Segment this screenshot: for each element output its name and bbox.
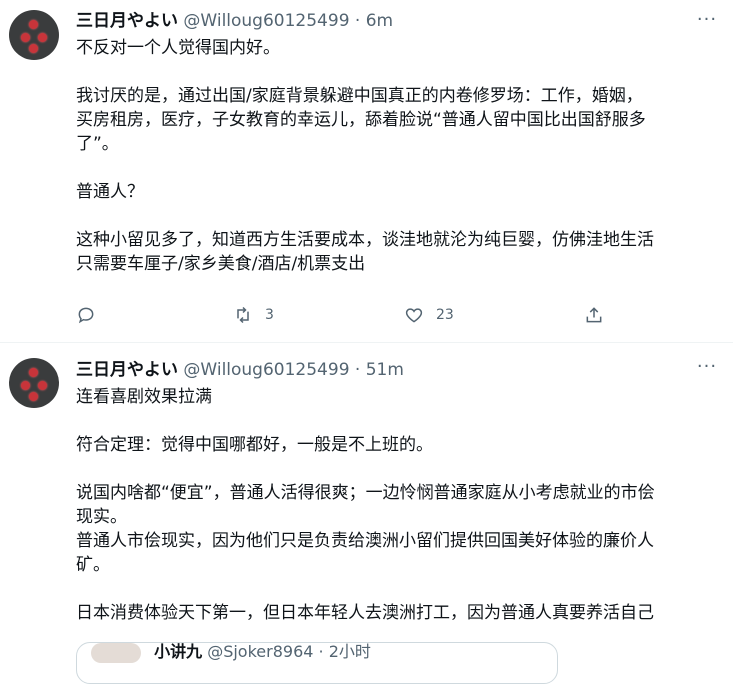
author-handle[interactable]: @Willoug60125499 bbox=[183, 360, 349, 380]
reply-icon bbox=[78, 307, 94, 324]
retweet-button[interactable]: 3 bbox=[233, 300, 274, 330]
quoted-tweet-card[interactable]: 小讲九 @Sjoker8964 · 2小时 bbox=[76, 642, 558, 684]
author-name[interactable]: 三日月やよい bbox=[76, 11, 178, 31]
avatar-dot bbox=[21, 33, 30, 42]
quoted-timestamp: 2小时 bbox=[328, 642, 371, 661]
avatar-dot bbox=[38, 33, 47, 42]
timestamp[interactable]: 6m bbox=[366, 11, 393, 31]
author-handle[interactable]: @Willoug60125499 bbox=[183, 11, 349, 31]
avatar-dot bbox=[29, 44, 38, 53]
avatar-dot bbox=[29, 20, 38, 29]
retweet-count: 3 bbox=[265, 307, 274, 323]
quoted-tweet-header: 小讲九 @Sjoker8964 · 2小时 bbox=[91, 642, 371, 664]
avatar-dot bbox=[21, 381, 30, 390]
share-icon bbox=[586, 307, 602, 323]
quoted-separator: · bbox=[318, 642, 324, 661]
separator: · bbox=[354, 11, 361, 31]
avatar[interactable] bbox=[9, 358, 59, 408]
like-count: 23 bbox=[436, 307, 454, 323]
like-icon bbox=[405, 308, 423, 323]
tweet-header: 三日月やよい @Willoug60125499 · 6m bbox=[76, 9, 393, 33]
timestamp[interactable]: 51m bbox=[366, 360, 404, 380]
share-button[interactable] bbox=[584, 300, 604, 330]
like-button[interactable]: 23 bbox=[404, 300, 454, 330]
more-icon[interactable]: ··· bbox=[693, 358, 721, 383]
quoted-author-name: 小讲九 bbox=[154, 642, 203, 661]
separator: · bbox=[354, 360, 361, 380]
tweet-text: 不反对一个人觉得国内好。 我讨厌的是，通过出国/家庭背景躲避中国真正的内卷修罗场… bbox=[76, 38, 654, 274]
avatar-dot bbox=[29, 392, 38, 401]
avatar-dot bbox=[38, 381, 47, 390]
tweet-text: 连看喜剧效果拉满 符合定理：觉得中国哪都好，一般是不上班的。 说国内啥都“便宜”… bbox=[76, 387, 655, 623]
tweet-header: 三日月やよい @Willoug60125499 · 51m bbox=[76, 358, 404, 382]
tweet-actions: 3 23 bbox=[76, 300, 616, 330]
retweet-icon bbox=[237, 306, 249, 324]
avatar[interactable] bbox=[9, 10, 59, 60]
tweet[interactable]: 三日月やよい @Willoug60125499 · 6m ··· 不反对一个人觉… bbox=[0, 0, 733, 343]
quoted-avatar bbox=[91, 643, 141, 663]
quoted-author-handle: @Sjoker8964 bbox=[207, 642, 314, 661]
reply-button[interactable] bbox=[76, 300, 96, 330]
avatar-dot bbox=[29, 368, 38, 377]
author-name[interactable]: 三日月やよい bbox=[76, 360, 178, 380]
tweet[interactable]: 三日月やよい @Willoug60125499 · 51m ··· 连看喜剧效果… bbox=[0, 343, 733, 684]
more-icon[interactable]: ··· bbox=[693, 11, 721, 36]
